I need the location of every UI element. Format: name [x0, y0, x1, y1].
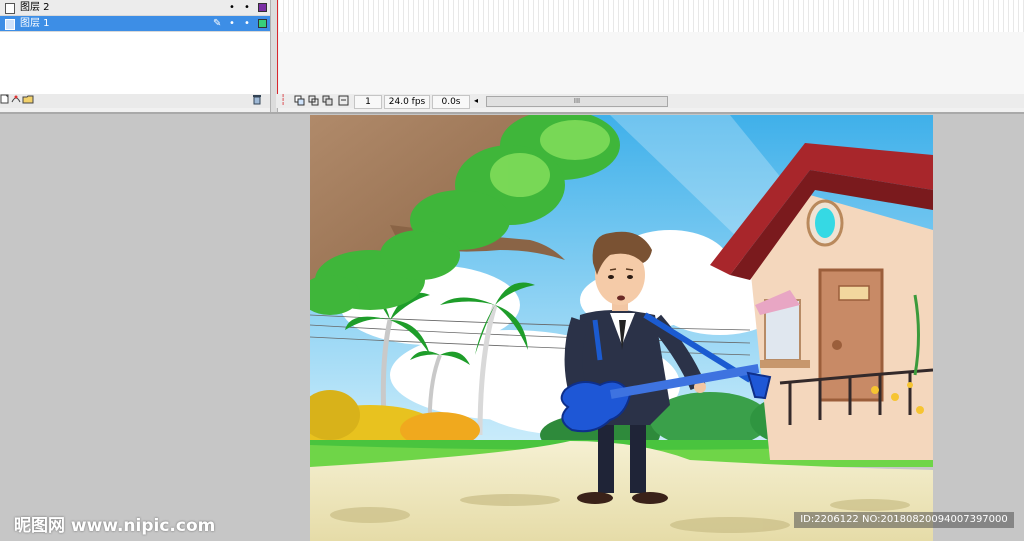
center-frame-icon[interactable]: ┆ [280, 94, 286, 108]
layer-color-swatch[interactable] [258, 3, 267, 12]
layer-icon [5, 3, 15, 14]
frame-area [279, 32, 1024, 94]
add-folder-icon[interactable] [22, 94, 34, 109]
onion-skin-icon[interactable] [294, 95, 305, 111]
frame-grid[interactable] [279, 0, 1024, 33]
pencil-icon: ✎ [213, 18, 222, 29]
watermark-id: ID:2206122 NO:20180820094007397000 [794, 512, 1014, 528]
current-frame[interactable]: 1 [354, 95, 382, 109]
layer-icon [5, 19, 15, 30]
layer-row-1[interactable]: 图层 1 ✎ • • [0, 16, 270, 32]
lock-dot-icon[interactable]: • [244, 16, 250, 31]
layer-list: 图层 2 • • 图层 1 ✎ • • [0, 0, 270, 94]
visibility-dot-icon[interactable]: • [229, 0, 235, 15]
layer-row-2[interactable]: 图层 2 • • [0, 0, 270, 16]
visibility-dot-icon[interactable]: • [229, 16, 235, 31]
layer-toolbar [0, 94, 270, 108]
edit-multiple-frames-icon[interactable] [322, 95, 333, 111]
modify-markers-icon[interactable] [338, 95, 349, 111]
add-layer-icon[interactable] [0, 94, 10, 109]
cartoon-scene [310, 115, 933, 541]
trash-icon[interactable] [252, 94, 262, 110]
scroll-left-icon[interactable]: ◂ [474, 94, 478, 108]
stage-canvas[interactable] [310, 115, 933, 541]
playhead[interactable] [277, 0, 278, 94]
timeline-scrollbar[interactable]: III [486, 96, 668, 107]
lock-dot-icon[interactable]: • [244, 0, 250, 15]
layer-color-swatch[interactable] [258, 19, 267, 28]
layer-name[interactable]: 图层 2 [20, 0, 50, 15]
watermark-logo-text: 昵图网 www.nipic.com [14, 516, 216, 536]
add-guide-layer-icon[interactable] [11, 94, 21, 109]
frame-rate[interactable]: 24.0 fps [384, 95, 430, 109]
timeline-panel: 图层 2 • • 图层 1 ✎ • • ┆ 1 24.0 fps 0.0s ◂ … [0, 0, 1024, 114]
elapsed-time: 0.0s [432, 95, 470, 109]
onion-outline-icon[interactable] [308, 95, 319, 111]
layer-name[interactable]: 图层 1 [20, 16, 50, 31]
